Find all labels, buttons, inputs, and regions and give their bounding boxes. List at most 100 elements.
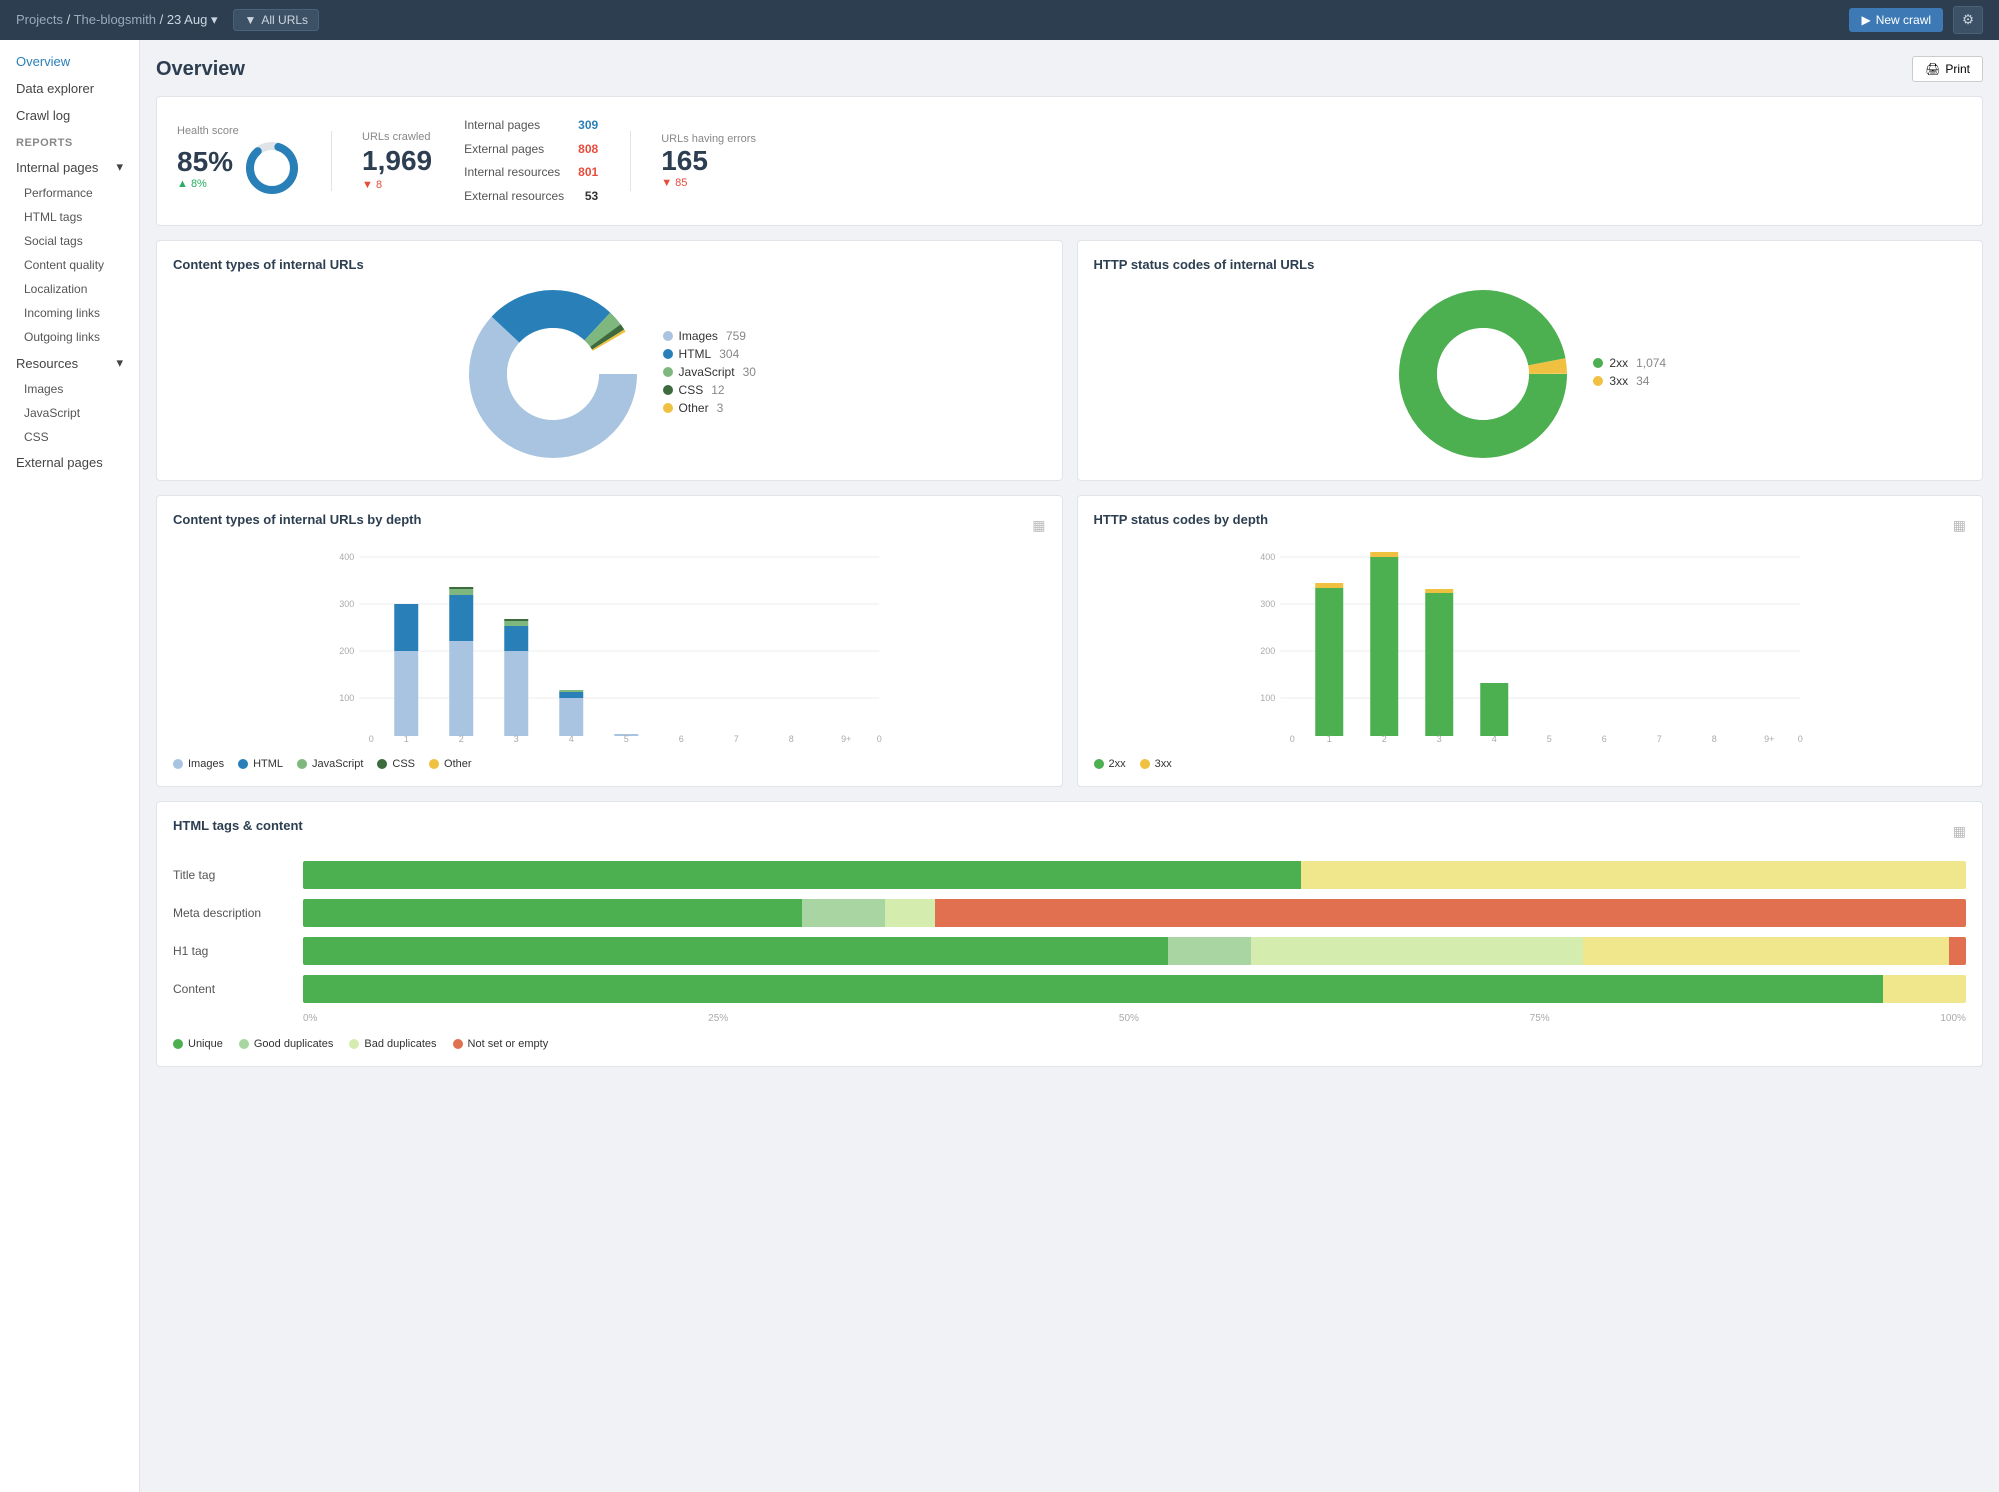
play-icon: ▶ bbox=[1861, 13, 1870, 27]
table-row: Internal resources 801 bbox=[464, 162, 598, 184]
bar-axis: 0% 25% 50% 75% 100% bbox=[303, 1013, 1966, 1024]
bar-seg-not-set bbox=[1583, 937, 1949, 965]
sidebar-item-overview[interactable]: Overview bbox=[0, 48, 139, 75]
sidebar-item-css[interactable]: CSS bbox=[0, 425, 139, 449]
svg-text:4: 4 bbox=[1491, 734, 1496, 744]
sidebar-item-data-explorer[interactable]: Data explorer bbox=[0, 75, 139, 102]
legend-color bbox=[663, 331, 673, 341]
bar-seg-not-set bbox=[1301, 861, 1966, 889]
urls-crawled-change: ▼ 8 bbox=[362, 179, 432, 191]
page-title: Overview bbox=[156, 58, 245, 81]
topnav-right: ▶ New crawl ⚙ bbox=[1849, 6, 1983, 34]
legend-item: Images 759 bbox=[663, 329, 756, 343]
breadcrumb-projects[interactable]: Projects bbox=[16, 12, 63, 27]
bar-track bbox=[303, 937, 1966, 965]
sidebar-item-javascript[interactable]: JavaScript bbox=[0, 401, 139, 425]
legend-item: Good duplicates bbox=[239, 1038, 334, 1050]
html-bars: Title tag Meta description bbox=[173, 861, 1966, 1024]
main-layout: Overview Data explorer Crawl log REPORTS… bbox=[0, 40, 1999, 1492]
top-navigation: Projects / The-blogsmith / 23 Aug ▾ ▼ Al… bbox=[0, 0, 1999, 40]
svg-text:0: 0 bbox=[1797, 734, 1802, 744]
errors-block: URLs having errors 165 ▼ 85 bbox=[661, 133, 756, 189]
svg-text:1: 1 bbox=[1326, 734, 1331, 744]
bar-chart-icon: ▦ bbox=[1953, 823, 1966, 840]
bar-label: Meta description bbox=[173, 906, 293, 920]
sidebar-item-external-pages[interactable]: External pages bbox=[0, 449, 139, 476]
bar-track bbox=[303, 975, 1966, 1003]
breadcrumb-blog[interactable]: The-blogsmith bbox=[74, 12, 156, 27]
svg-text:5: 5 bbox=[1546, 734, 1551, 744]
svg-text:4: 4 bbox=[569, 734, 574, 744]
bar-label: Title tag bbox=[173, 868, 293, 882]
health-score-change: ▲ 8% bbox=[177, 178, 233, 190]
legend-item: HTML 304 bbox=[663, 347, 756, 361]
legend-item: JavaScript 30 bbox=[663, 365, 756, 379]
sidebar-item-localization[interactable]: Localization bbox=[0, 277, 139, 301]
urls-crawled-value: 1,969 bbox=[362, 145, 432, 177]
sidebar-item-outgoing-links[interactable]: Outgoing links bbox=[0, 325, 139, 349]
sidebar-item-content-quality[interactable]: Content quality bbox=[0, 253, 139, 277]
donut2-svg bbox=[1393, 284, 1573, 464]
legend-item: Other bbox=[429, 758, 472, 770]
breadcrumb-date: 23 Aug bbox=[167, 12, 208, 27]
svg-text:1: 1 bbox=[404, 734, 409, 744]
chevron-down-icon: ▾ bbox=[116, 355, 123, 371]
print-button[interactable]: 🖨 Print bbox=[1912, 56, 1983, 82]
html-bar-row: H1 tag bbox=[173, 937, 1966, 965]
sidebar-item-internal-pages[interactable]: Internal pages ▾ bbox=[0, 153, 139, 181]
legend-color bbox=[429, 759, 439, 769]
legend-color bbox=[297, 759, 307, 769]
legend-item: Not set or empty bbox=[453, 1038, 549, 1050]
bar-track bbox=[303, 861, 1966, 889]
bar-seg-not-set bbox=[935, 899, 1966, 927]
sidebar-item-resources[interactable]: Resources ▾ bbox=[0, 349, 139, 377]
bar-label: Content bbox=[173, 982, 293, 996]
sidebar-item-html-tags[interactable]: HTML tags bbox=[0, 205, 139, 229]
errors-value: 165 bbox=[661, 145, 756, 177]
donut1-svg bbox=[463, 284, 643, 464]
http-status-title: HTTP status codes of internal URLs bbox=[1094, 257, 1967, 272]
legend-color bbox=[349, 1039, 359, 1049]
svg-text:6: 6 bbox=[679, 734, 684, 744]
content-types-title: Content types of internal URLs bbox=[173, 257, 1046, 272]
legend-item: JavaScript bbox=[297, 758, 363, 770]
sidebar-section-reports: REPORTS bbox=[0, 129, 139, 153]
http-depth-title: HTTP status codes by depth bbox=[1094, 512, 1269, 527]
html-chart-header: HTML tags & content ▦ bbox=[173, 818, 1966, 845]
bar-seg-good-dup bbox=[1168, 937, 1251, 965]
donut2-wrap: 2xx 1,074 3xx 34 bbox=[1094, 284, 1967, 464]
url-breakdown-table: Internal pages 309 External pages 808 In… bbox=[462, 113, 600, 209]
svg-text:0: 0 bbox=[1289, 734, 1294, 744]
html-bar-row: Meta description bbox=[173, 899, 1966, 927]
content-depth-title: Content types of internal URLs by depth bbox=[173, 512, 421, 527]
sidebar-item-incoming-links[interactable]: Incoming links bbox=[0, 301, 139, 325]
svg-text:8: 8 bbox=[789, 734, 794, 744]
sidebar-item-social-tags[interactable]: Social tags bbox=[0, 229, 139, 253]
url-filter[interactable]: ▼ All URLs bbox=[233, 9, 319, 31]
filter-label: All URLs bbox=[261, 13, 308, 27]
printer-icon: 🖨 bbox=[1925, 62, 1940, 76]
sidebar-item-performance[interactable]: Performance bbox=[0, 181, 139, 205]
svg-text:2: 2 bbox=[459, 734, 464, 744]
stats-row: Health score 85% ▲ 8% URLs bbox=[156, 96, 1983, 226]
table-row: Internal pages 309 bbox=[464, 115, 598, 137]
html-content-title: HTML tags & content bbox=[173, 818, 303, 833]
bar-chart-icon: ▦ bbox=[1953, 517, 1966, 534]
bar-label: H1 tag bbox=[173, 944, 293, 958]
legend-item: 2xx bbox=[1094, 758, 1126, 770]
bar2-svg: 400 300 200 100 0 bbox=[1094, 547, 1967, 747]
http-status-card: HTTP status codes of internal URLs 2xx bbox=[1077, 240, 1984, 481]
settings-button[interactable]: ⚙ bbox=[1953, 6, 1983, 34]
sidebar-item-images[interactable]: Images bbox=[0, 377, 139, 401]
chart-header: Content types of internal URLs by depth … bbox=[173, 512, 1046, 539]
html-bar-row: Content bbox=[173, 975, 1966, 1003]
legend-color bbox=[663, 367, 673, 377]
new-crawl-button[interactable]: ▶ New crawl bbox=[1849, 8, 1943, 32]
sidebar-item-crawl-log[interactable]: Crawl log bbox=[0, 102, 139, 129]
bar-charts-row: Content types of internal URLs by depth … bbox=[156, 495, 1983, 787]
bar-seg-not-set bbox=[1883, 975, 1966, 1003]
donut1-wrap: Images 759 HTML 304 JavaScript 30 bbox=[173, 284, 1046, 464]
legend-color bbox=[238, 759, 248, 769]
urls-crawled-label: URLs crawled bbox=[362, 131, 432, 143]
svg-text:200: 200 bbox=[1260, 646, 1275, 656]
